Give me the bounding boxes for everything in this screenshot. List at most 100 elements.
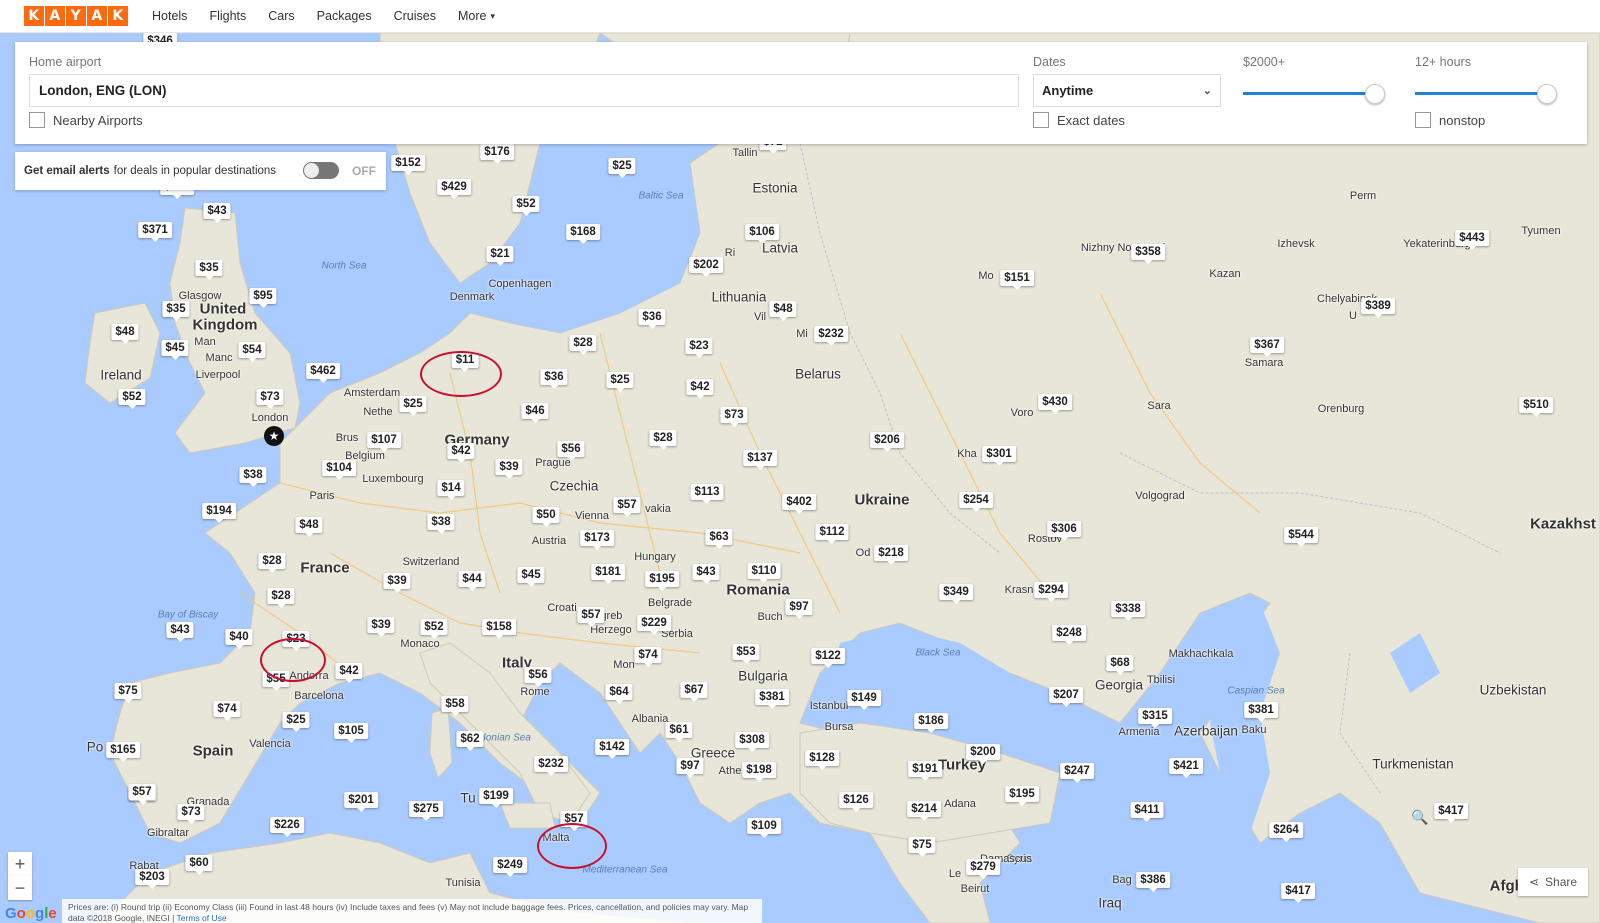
price-pin[interactable]: $60 bbox=[185, 855, 213, 875]
price-pin[interactable]: $48 bbox=[769, 301, 797, 321]
price-pin[interactable]: $349 bbox=[939, 584, 973, 604]
price-pin[interactable]: $50 bbox=[532, 507, 560, 527]
price-pin[interactable]: $28 bbox=[258, 553, 286, 573]
price-pin[interactable]: $122 bbox=[811, 648, 845, 668]
nearby-airports-checkbox[interactable]: Nearby Airports bbox=[29, 112, 143, 128]
zoom-out-button[interactable]: − bbox=[8, 876, 32, 900]
price-pin[interactable]: $38 bbox=[239, 467, 267, 487]
price-pin[interactable]: $25 bbox=[606, 372, 634, 392]
price-pin[interactable]: $510 bbox=[1519, 397, 1553, 417]
checkbox-box[interactable] bbox=[1033, 112, 1049, 128]
price-pin[interactable]: $294 bbox=[1034, 582, 1068, 602]
price-pin[interactable]: $25 bbox=[282, 712, 310, 732]
price-pin[interactable]: $152 bbox=[391, 155, 425, 175]
price-pin[interactable]: $173 bbox=[580, 530, 614, 550]
price-pin[interactable]: $105 bbox=[334, 723, 368, 743]
price-pin[interactable]: $207 bbox=[1049, 687, 1083, 707]
price-pin[interactable]: $75 bbox=[908, 837, 936, 857]
price-pin[interactable]: $151 bbox=[1000, 270, 1034, 290]
price-pin[interactable]: $54 bbox=[238, 342, 266, 362]
price-pin[interactable]: $165 bbox=[106, 742, 140, 762]
price-pin[interactable]: $57 bbox=[577, 607, 605, 627]
price-pin[interactable]: $104 bbox=[322, 460, 356, 480]
price-pin[interactable]: $64 bbox=[605, 684, 633, 704]
zoom-in-button[interactable]: + bbox=[8, 852, 32, 876]
price-slider[interactable] bbox=[1243, 84, 1385, 104]
price-pin[interactable]: $46 bbox=[521, 403, 549, 423]
price-pin[interactable]: $52 bbox=[512, 196, 540, 216]
price-pin[interactable]: $107 bbox=[367, 432, 401, 452]
price-pin[interactable]: $110 bbox=[747, 563, 781, 583]
price-pin[interactable]: $158 bbox=[482, 619, 516, 639]
price-pin[interactable]: $109 bbox=[747, 818, 781, 838]
price-pin[interactable]: $53 bbox=[732, 644, 760, 664]
price-pin[interactable]: $113 bbox=[690, 484, 724, 504]
price-pin[interactable]: $462 bbox=[306, 363, 340, 383]
price-pin[interactable]: $23 bbox=[685, 338, 713, 358]
price-pin[interactable]: $42 bbox=[686, 379, 714, 399]
share-button[interactable]: ⋖ Share bbox=[1518, 868, 1588, 896]
price-pin[interactable]: $367 bbox=[1250, 337, 1284, 357]
price-pin[interactable]: $35 bbox=[195, 260, 223, 280]
price-pin[interactable]: $137 bbox=[743, 450, 777, 470]
nav-packages[interactable]: Packages bbox=[317, 9, 372, 23]
price-pin[interactable]: $63 bbox=[705, 529, 733, 549]
price-pin[interactable]: $39 bbox=[495, 459, 523, 479]
price-pin[interactable]: $28 bbox=[649, 430, 677, 450]
price-pin[interactable]: $44 bbox=[458, 571, 486, 591]
price-pin[interactable]: $67 bbox=[680, 682, 708, 702]
price-pin[interactable]: $57 bbox=[128, 784, 156, 804]
price-pin[interactable]: $52 bbox=[420, 619, 448, 639]
price-pin[interactable]: $43 bbox=[203, 203, 231, 223]
nav-flights[interactable]: Flights bbox=[209, 9, 246, 23]
price-pin[interactable]: $74 bbox=[634, 647, 662, 667]
price-pin[interactable]: $198 bbox=[742, 762, 776, 782]
price-pin[interactable]: $36 bbox=[638, 309, 666, 329]
price-pin[interactable]: $195 bbox=[1005, 786, 1039, 806]
price-pin[interactable]: $203 bbox=[135, 869, 169, 889]
price-pin[interactable]: $429 bbox=[437, 179, 471, 199]
price-pin[interactable]: $411 bbox=[1130, 802, 1164, 822]
price-pin[interactable]: $176 bbox=[480, 144, 514, 164]
price-pin[interactable]: $338 bbox=[1111, 601, 1145, 621]
price-pin[interactable]: $301 bbox=[982, 446, 1016, 466]
slider-handle[interactable] bbox=[1537, 84, 1557, 104]
price-pin[interactable]: $181 bbox=[591, 564, 625, 584]
price-pin[interactable]: $28 bbox=[267, 588, 295, 608]
price-pin[interactable]: $308 bbox=[735, 732, 769, 752]
price-pin[interactable]: $229 bbox=[637, 615, 671, 635]
price-pin[interactable]: $142 bbox=[595, 739, 629, 759]
price-pin[interactable]: $199 bbox=[479, 788, 513, 808]
price-pin[interactable]: $254 bbox=[959, 492, 993, 512]
price-pin[interactable]: $417 bbox=[1281, 883, 1315, 903]
nav-cruises[interactable]: Cruises bbox=[394, 9, 436, 23]
checkbox-box[interactable] bbox=[1415, 112, 1431, 128]
price-pin[interactable]: $58 bbox=[441, 696, 469, 716]
price-pin[interactable]: $544 bbox=[1284, 527, 1318, 547]
price-pin[interactable]: $43 bbox=[166, 622, 194, 642]
price-pin[interactable]: $381 bbox=[755, 689, 789, 709]
price-pin[interactable]: $201 bbox=[344, 792, 378, 812]
price-pin[interactable]: $126 bbox=[839, 792, 873, 812]
exact-dates-checkbox[interactable]: Exact dates bbox=[1033, 112, 1125, 128]
price-pin[interactable]: $45 bbox=[517, 567, 545, 587]
duration-slider[interactable] bbox=[1415, 84, 1557, 104]
price-pin[interactable]: $14 bbox=[437, 480, 465, 500]
price-pin[interactable]: $38 bbox=[427, 514, 455, 534]
price-pin[interactable]: $381 bbox=[1244, 702, 1278, 722]
price-pin[interactable]: $443 bbox=[1455, 230, 1489, 250]
price-pin[interactable]: $191 bbox=[908, 761, 942, 781]
price-pin[interactable]: $25 bbox=[399, 396, 427, 416]
price-pin[interactable]: $232 bbox=[534, 756, 568, 776]
price-pin[interactable]: $249 bbox=[493, 857, 527, 877]
price-pin[interactable]: $35 bbox=[162, 301, 190, 321]
email-alert-toggle[interactable] bbox=[303, 162, 339, 179]
price-pin[interactable]: $112 bbox=[815, 524, 849, 544]
checkbox-box[interactable] bbox=[29, 112, 45, 128]
price-pin[interactable]: $195 bbox=[645, 571, 679, 591]
price-pin[interactable]: $61 bbox=[665, 722, 693, 742]
price-pin[interactable]: $358 bbox=[1131, 244, 1165, 264]
price-pin[interactable]: $36 bbox=[540, 369, 568, 389]
price-pin[interactable]: $39 bbox=[367, 617, 395, 637]
search-icon[interactable]: 🔍 bbox=[1411, 809, 1428, 826]
